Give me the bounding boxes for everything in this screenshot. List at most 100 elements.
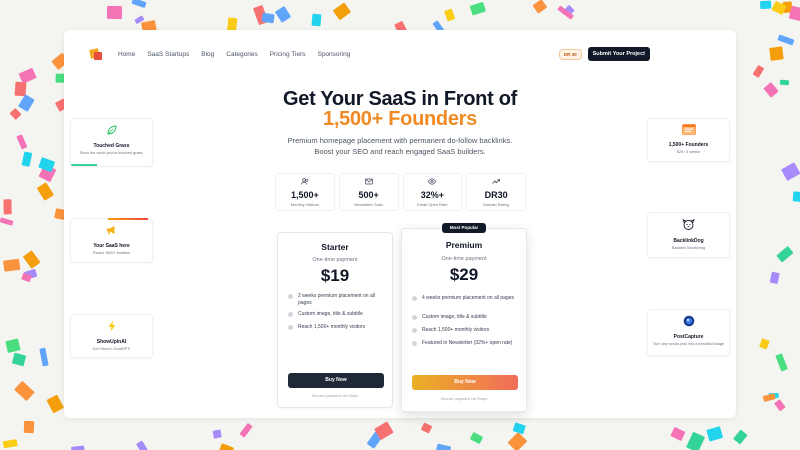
submit-project-button[interactable]: Submit Your Project [587, 47, 650, 61]
confetti-piece [21, 151, 33, 167]
starter-buy-button[interactable]: Buy Now [288, 373, 384, 388]
users-icon [276, 178, 334, 188]
confetti-piece [216, 442, 234, 450]
confetti-piece [779, 79, 790, 86]
mail-icon [340, 178, 398, 188]
stat-email-open-rate: 32%+ Email Open Rate [402, 173, 463, 211]
plan-period: One-time payment [312, 257, 358, 263]
feature-text: 4 weeks premium placement on all pages [422, 295, 514, 301]
site-logo-icon[interactable] [89, 48, 102, 60]
feature-item: Featured in Newsletter (32%+ open rate) [412, 340, 518, 347]
confetti-piece [707, 425, 724, 441]
confetti-piece [533, 0, 548, 14]
confetti-piece [670, 427, 686, 441]
feature-text: Reach 1,500+ monthly visitors [422, 327, 490, 333]
browser-icon [648, 124, 729, 138]
promo-desc: Backlink Monitoring [672, 246, 705, 250]
top-nav: Home SaaS Startups Blog Categories Prici… [89, 44, 650, 64]
promo-card-1500-founders[interactable]: 1,500+ Founders $29 / 4 weeks [647, 118, 730, 162]
confetti-piece [777, 34, 795, 46]
confetti-piece [507, 432, 528, 450]
confetti-piece [70, 445, 85, 450]
confetti-piece [789, 5, 800, 22]
confetti-piece [752, 64, 765, 78]
confetti-piece [22, 249, 40, 269]
confetti-piece [17, 134, 28, 150]
pricing-card-starter: Starter One-time payment $19 2 weeks pre… [277, 232, 393, 408]
confetti-piece [17, 66, 37, 84]
stat-value: 1,500+ [290, 190, 319, 200]
stat-monthly-visitors: 1,500+ Monthly Visitors [275, 173, 335, 211]
confetti-piece [9, 108, 22, 121]
nav-link-categories[interactable]: Categories [226, 51, 257, 58]
promo-card-your-saas-here[interactable]: Your SaaS here Reach 1500+ builders [70, 218, 153, 263]
nav-link-sponsoring[interactable]: Sponsoring [317, 51, 350, 58]
confetti-piece [775, 353, 788, 373]
confetti-piece [469, 432, 483, 445]
promo-name: PostCapture [673, 334, 704, 340]
eye-icon [404, 178, 462, 188]
confetti-piece [685, 431, 705, 450]
promo-desc: Get Cited in ChatGPT! [92, 347, 131, 351]
nav-link-blog[interactable]: Blog [201, 51, 214, 58]
confetti-piece [733, 429, 748, 445]
accent-bar [108, 218, 148, 220]
feature-text: Featured in Newsletter (32%+ open rate) [422, 340, 513, 346]
promo-desc: Reach 1500+ builders [92, 251, 131, 255]
confetti-piece [12, 352, 27, 367]
confetti-piece [773, 399, 786, 412]
feature-item: 4 weeks premium placement on all pages [412, 295, 518, 302]
hero-title-highlight: 1,500+ Founders [323, 108, 477, 130]
stat-label: Email Open Rate [417, 202, 448, 207]
promo-card-touched-grass[interactable]: Touched Grass Show the world you've touc… [70, 118, 153, 167]
nav-link-saas-startups[interactable]: SaaS Startups [147, 51, 189, 58]
confetti-piece [769, 271, 781, 285]
hero-subtitle-line-2: Boost your SEO and reach engaged SaaS bu… [314, 147, 486, 156]
promo-card-postcapture[interactable]: PostCapture Turn any social post into a … [647, 309, 730, 356]
pricing-card-premium: Premium One-time payment $29 4 weeks pre… [401, 228, 527, 412]
stat-label: Domain Rating [482, 202, 510, 207]
confetti-piece [18, 93, 35, 112]
confetti-piece [24, 421, 35, 434]
leaf-icon [71, 124, 152, 139]
feature-item: Reach 1,500+ monthly visitors [288, 324, 384, 331]
nav-link-pricing-tiers[interactable]: Pricing Tiers [270, 51, 306, 58]
check-icon [412, 315, 417, 320]
hero-title: Get Your SaaS in Front of [282, 88, 517, 110]
confetti-piece [212, 429, 223, 440]
confetti-piece [106, 5, 123, 19]
stats-row: 1,500+ Monthly Visitors 500+ Newsletter … [275, 173, 526, 211]
stat-value: 500+ [358, 190, 379, 200]
plan-period: One-time payment [441, 256, 487, 262]
confetti-piece [759, 0, 772, 9]
confetti-piece [762, 82, 779, 98]
confetti-piece [3, 198, 12, 215]
promo-name: Your SaaS here [93, 243, 130, 249]
confetti-piece [512, 422, 526, 434]
confetti-piece [777, 246, 794, 262]
promo-name: 1,500+ Founders [668, 142, 709, 148]
globe-icon [648, 315, 729, 330]
feature-item: Reach 1,500+ monthly visitors [412, 327, 518, 334]
confetti-piece [780, 162, 800, 182]
nav-link-home[interactable]: Home [118, 51, 135, 58]
plan-price: $19 [320, 266, 350, 285]
confetti-piece [792, 191, 800, 204]
confetti-piece [332, 2, 351, 21]
stat-value: 32%+ [420, 190, 445, 200]
secure-payment-note: Secure payment via Stripe [440, 396, 488, 401]
premium-buy-button[interactable]: Buy Now [412, 375, 518, 390]
trend-up-icon [467, 178, 525, 188]
dog-icon [648, 218, 729, 234]
promo-card-backlinkdog[interactable]: BacklinkDog Backlink Monitoring [647, 212, 730, 258]
nav-links: Home SaaS Startups Blog Categories Prici… [118, 51, 350, 58]
stat-domain-rating: DR30 Domain Rating [466, 173, 526, 211]
confetti-piece [3, 258, 21, 272]
confetti-piece [5, 339, 21, 354]
check-icon [412, 341, 417, 346]
promo-card-showupinai[interactable]: ShowUpInAI Get Cited in ChatGPT! [70, 314, 153, 358]
confetti-piece [311, 13, 322, 27]
confetti-piece [46, 394, 64, 413]
promo-desc: Turn any social post into a beautiful im… [653, 342, 724, 346]
confetti-piece [762, 393, 777, 403]
